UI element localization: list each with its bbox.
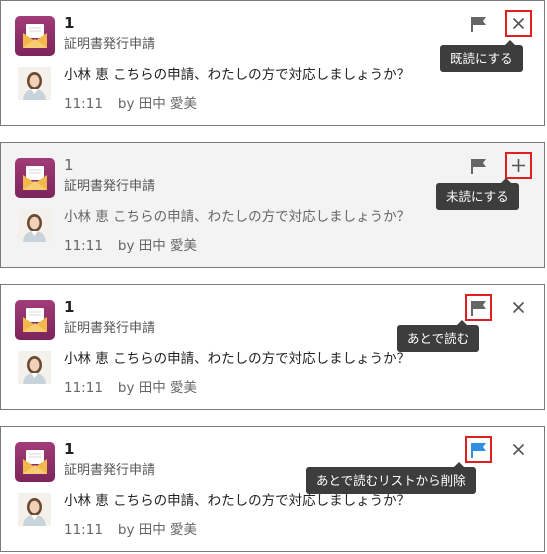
notification-card[interactable]: 1 証明書発行申請 小林 恵 こちらの申請、わたしの方で対応しましょうか？ 11… xyxy=(0,0,545,126)
sender: by 田中 愛美 xyxy=(117,380,198,396)
meta: 11:11 by 田中 愛美 xyxy=(64,236,197,256)
read-later-button[interactable] xyxy=(465,152,492,179)
close-icon xyxy=(512,443,525,456)
app-name[interactable]: 証明書発行申請 xyxy=(64,178,155,196)
flag-icon xyxy=(470,442,486,458)
flag-icon xyxy=(470,300,486,316)
envelope-icon xyxy=(23,308,47,332)
mark-read-button[interactable] xyxy=(505,10,532,37)
notification-count: 1 xyxy=(64,156,74,174)
notification-count: 1 xyxy=(64,298,75,316)
app-name[interactable]: 証明書発行申請 xyxy=(64,320,155,338)
read-later-button[interactable] xyxy=(465,294,492,321)
mark-unread-button[interactable] xyxy=(505,152,532,179)
avatar xyxy=(18,67,51,100)
sender: by 田中 愛美 xyxy=(117,522,198,538)
notification-card[interactable]: 1 証明書発行申請 小林 恵 こちらの申請、わたしの方で対応しましょうか？ 11… xyxy=(0,426,545,552)
tooltip: あとで読む xyxy=(397,320,480,352)
timestamp: 11:11 xyxy=(64,522,103,538)
flag-icon xyxy=(470,158,486,174)
timestamp: 11:11 xyxy=(64,380,103,396)
flag-icon xyxy=(470,16,486,32)
meta: 11:11 by 田中 愛美 xyxy=(64,378,197,398)
notification-count: 1 xyxy=(64,440,75,458)
message-text[interactable]: 小林 恵 こちらの申請、わたしの方で対応しましょうか？ xyxy=(64,207,410,227)
notification-list: 1 証明書発行申請 小林 恵 こちらの申請、わたしの方で対応しましょうか？ 11… xyxy=(0,0,547,554)
sender: by 田中 愛美 xyxy=(117,238,198,254)
mark-read-button[interactable] xyxy=(505,436,532,463)
app-icon-envelope xyxy=(15,300,55,340)
app-icon-envelope xyxy=(15,442,55,482)
envelope-icon xyxy=(23,24,47,48)
sender: by 田中 愛美 xyxy=(117,96,198,112)
tooltip: 未読にする xyxy=(436,178,519,210)
envelope-icon xyxy=(23,166,47,190)
avatar xyxy=(18,209,51,242)
close-icon xyxy=(512,17,525,30)
message-text[interactable]: 小林 恵 こちらの申請、わたしの方で対応しましょうか？ xyxy=(64,491,410,511)
tooltip: 既読にする xyxy=(440,40,523,72)
app-name[interactable]: 証明書発行申請 xyxy=(64,462,155,480)
remove-read-later-button[interactable] xyxy=(465,436,492,463)
avatar xyxy=(18,493,51,526)
mark-read-button[interactable] xyxy=(505,294,532,321)
app-icon-envelope xyxy=(15,16,55,56)
notification-count: 1 xyxy=(64,14,75,32)
timestamp: 11:11 xyxy=(64,96,103,112)
tooltip: あとで読むリストから削除 xyxy=(306,462,476,494)
close-icon xyxy=(512,301,525,314)
notification-card[interactable]: 1 証明書発行申請 小林 恵 こちらの申請、わたしの方で対応しましょうか？ 11… xyxy=(0,142,545,268)
notification-card[interactable]: 1 証明書発行申請 小林 恵 こちらの申請、わたしの方で対応しましょうか？ 11… xyxy=(0,284,545,410)
meta: 11:11 by 田中 愛美 xyxy=(64,94,197,114)
read-later-button[interactable] xyxy=(465,10,492,37)
timestamp: 11:11 xyxy=(64,238,103,254)
app-name[interactable]: 証明書発行申請 xyxy=(64,36,155,54)
avatar xyxy=(18,351,51,384)
message-text[interactable]: 小林 恵 こちらの申請、わたしの方で対応しましょうか？ xyxy=(64,65,410,85)
app-icon-envelope xyxy=(15,158,55,198)
message-text[interactable]: 小林 恵 こちらの申請、わたしの方で対応しましょうか？ xyxy=(64,349,410,369)
meta: 11:11 by 田中 愛美 xyxy=(64,520,197,540)
plus-icon xyxy=(512,159,525,172)
envelope-icon xyxy=(23,450,47,474)
